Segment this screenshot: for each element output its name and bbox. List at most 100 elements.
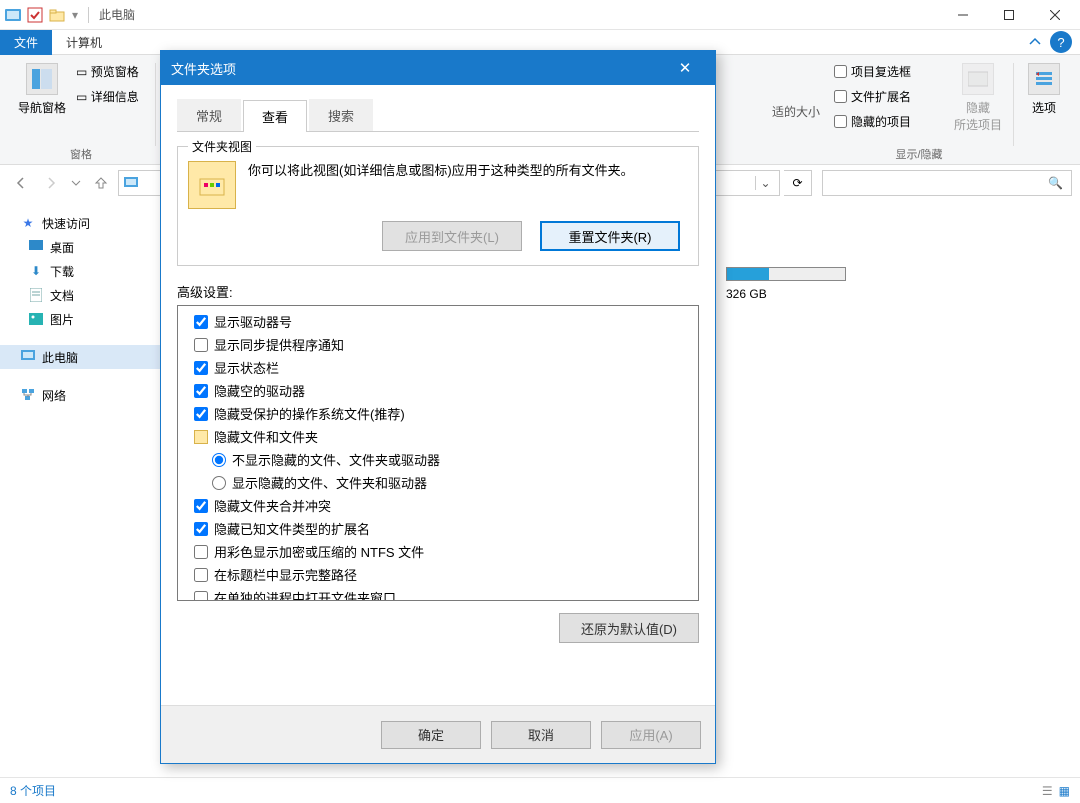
show-hide-group-label: 显示/隐藏 bbox=[830, 146, 1008, 162]
checkbox-input[interactable] bbox=[194, 407, 208, 421]
checkbox-input[interactable] bbox=[194, 315, 208, 329]
preview-pane-label: 预览窗格 bbox=[91, 63, 139, 80]
checkbox-input[interactable] bbox=[194, 545, 208, 559]
advanced-setting-label: 隐藏受保护的操作系统文件(推荐) bbox=[214, 404, 405, 423]
app-icon bbox=[5, 7, 21, 23]
maximize-button[interactable] bbox=[986, 0, 1032, 30]
checkbox-input[interactable] bbox=[194, 522, 208, 536]
pc-icon bbox=[20, 349, 36, 365]
search-box[interactable]: 🔍 bbox=[822, 170, 1072, 196]
drive-usage-bar bbox=[726, 267, 846, 281]
dialog-tabs: 常规 查看 搜索 bbox=[177, 99, 699, 131]
advanced-settings-list[interactable]: 显示驱动器号显示同步提供程序通知显示状态栏隐藏空的驱动器隐藏受保护的操作系统文件… bbox=[177, 305, 699, 601]
folder-views-icon bbox=[188, 161, 236, 209]
pictures-label: 图片 bbox=[50, 311, 74, 328]
back-button[interactable] bbox=[8, 170, 34, 196]
dialog-footer: 确定 取消 应用(A) bbox=[161, 705, 715, 763]
pane-icon: ▭ bbox=[76, 90, 87, 104]
ok-button[interactable]: 确定 bbox=[381, 721, 481, 749]
advanced-setting-item[interactable]: 不显示隐藏的文件、文件夹或驱动器 bbox=[184, 448, 692, 471]
pc-icon bbox=[123, 175, 139, 191]
divider bbox=[88, 7, 89, 23]
tab-computer[interactable]: 计算机 bbox=[52, 30, 116, 55]
apply-button[interactable]: 应用(A) bbox=[601, 721, 701, 749]
apply-to-folders-button[interactable]: 应用到文件夹(L) bbox=[382, 221, 522, 251]
advanced-setting-label: 在单独的进程中打开文件夹窗口 bbox=[214, 588, 396, 601]
advanced-setting-item[interactable]: 显示状态栏 bbox=[184, 356, 692, 379]
cancel-button[interactable]: 取消 bbox=[491, 721, 591, 749]
help-button[interactable]: ? bbox=[1050, 31, 1072, 53]
item-checkboxes-label: 项目复选框 bbox=[851, 63, 911, 80]
tab-view[interactable]: 查看 bbox=[243, 100, 307, 132]
restore-defaults-button[interactable]: 还原为默认值(D) bbox=[559, 613, 699, 643]
details-view-icon[interactable]: ☰ bbox=[1042, 784, 1053, 798]
drive-item[interactable]: 326 GB bbox=[726, 267, 1074, 301]
advanced-setting-item[interactable]: 在标题栏中显示完整路径 bbox=[184, 563, 692, 586]
advanced-setting-label: 隐藏文件和文件夹 bbox=[214, 427, 318, 446]
advanced-setting-label: 显示隐藏的文件、文件夹和驱动器 bbox=[232, 473, 427, 492]
details-pane-check[interactable]: ▭ 详细信息 bbox=[72, 86, 143, 107]
advanced-setting-item[interactable]: 显示隐藏的文件、文件夹和驱动器 bbox=[184, 471, 692, 494]
picture-icon bbox=[28, 311, 44, 327]
advanced-setting-item[interactable]: 用彩色显示加密或压缩的 NTFS 文件 bbox=[184, 540, 692, 563]
quick-access-icon[interactable] bbox=[27, 7, 43, 23]
advanced-setting-item[interactable]: 隐藏已知文件类型的扩展名 bbox=[184, 517, 692, 540]
item-checkboxes-check[interactable]: 项目复选框 bbox=[830, 61, 948, 82]
tab-general[interactable]: 常规 bbox=[177, 99, 241, 131]
statusbar: 8 个项目 ☰ ▦ bbox=[0, 777, 1080, 803]
radio-input[interactable] bbox=[212, 476, 226, 490]
advanced-setting-item[interactable]: 隐藏文件夹合并冲突 bbox=[184, 494, 692, 517]
thumbnails-view-icon[interactable]: ▦ bbox=[1059, 784, 1070, 798]
nav-pane-button[interactable]: 导航窗格 bbox=[12, 59, 72, 120]
hidden-items-label: 隐藏的项目 bbox=[851, 113, 911, 130]
search-icon: 🔍 bbox=[1048, 176, 1063, 190]
advanced-setting-item[interactable]: 隐藏空的驱动器 bbox=[184, 379, 692, 402]
advanced-setting-item[interactable]: 隐藏受保护的操作系统文件(推荐) bbox=[184, 402, 692, 425]
advanced-setting-item[interactable]: 隐藏文件和文件夹 bbox=[184, 425, 692, 448]
tab-file[interactable]: 文件 bbox=[0, 30, 52, 55]
hide-selected-button[interactable]: 隐藏 所选项目 bbox=[948, 59, 1008, 137]
folder-views-legend: 文件夹视图 bbox=[188, 138, 256, 155]
up-button[interactable] bbox=[88, 170, 114, 196]
recent-dropdown[interactable] bbox=[68, 170, 84, 196]
folder-options-dialog: 文件夹选项 ✕ 常规 查看 搜索 文件夹视图 你可以将此视图(如详细信息或图标)… bbox=[160, 50, 716, 764]
advanced-setting-label: 隐藏文件夹合并冲突 bbox=[214, 496, 331, 515]
dialog-close-button[interactable]: ✕ bbox=[665, 59, 705, 77]
address-dropdown-icon[interactable]: ⌄ bbox=[755, 176, 775, 190]
close-button[interactable] bbox=[1032, 0, 1078, 30]
file-ext-check[interactable]: 文件扩展名 bbox=[830, 86, 948, 107]
preview-pane-check[interactable]: ▭ 预览窗格 bbox=[72, 61, 143, 82]
checkbox-input[interactable] bbox=[194, 384, 208, 398]
advanced-setting-item[interactable]: 在单独的进程中打开文件夹窗口 bbox=[184, 586, 692, 601]
advanced-label: 高级设置: bbox=[177, 282, 699, 301]
options-button[interactable]: 选项 bbox=[1022, 59, 1066, 120]
checkbox-input[interactable] bbox=[194, 499, 208, 513]
refresh-button[interactable]: ⟳ bbox=[784, 170, 812, 196]
panes-group-label: 窗格 bbox=[12, 146, 150, 162]
tab-search[interactable]: 搜索 bbox=[309, 99, 373, 131]
checkbox-input[interactable] bbox=[194, 361, 208, 375]
empty-group-label bbox=[1020, 150, 1068, 162]
details-pane-label: 详细信息 bbox=[91, 88, 139, 105]
checkbox-input[interactable] bbox=[194, 338, 208, 352]
quick-access-label: 快速访问 bbox=[42, 215, 90, 232]
refresh-icon: ⟳ bbox=[792, 176, 802, 190]
minimize-button[interactable] bbox=[940, 0, 986, 30]
document-icon bbox=[28, 287, 44, 303]
advanced-setting-item[interactable]: 显示驱动器号 bbox=[184, 310, 692, 333]
download-icon: ⬇ bbox=[28, 263, 44, 279]
this-pc-label: 此电脑 bbox=[42, 349, 78, 366]
hidden-items-check[interactable]: 隐藏的项目 bbox=[830, 111, 948, 132]
star-icon: ★ bbox=[20, 215, 36, 231]
advanced-setting-label: 显示状态栏 bbox=[214, 358, 279, 377]
collapse-ribbon-button[interactable] bbox=[1020, 30, 1050, 55]
advanced-setting-item[interactable]: 显示同步提供程序通知 bbox=[184, 333, 692, 356]
forward-button[interactable] bbox=[38, 170, 64, 196]
radio-input[interactable] bbox=[212, 453, 226, 467]
checkbox-input[interactable] bbox=[194, 568, 208, 582]
reset-folders-button[interactable]: 重置文件夹(R) bbox=[540, 221, 680, 251]
checkbox-input[interactable] bbox=[194, 591, 208, 602]
folder-small-icon[interactable] bbox=[49, 7, 65, 23]
folder-views-group: 文件夹视图 你可以将此视图(如详细信息或图标)应用于这种类型的所有文件夹。 应用… bbox=[177, 146, 699, 266]
fit-size-label: 适的大小 bbox=[772, 59, 820, 164]
